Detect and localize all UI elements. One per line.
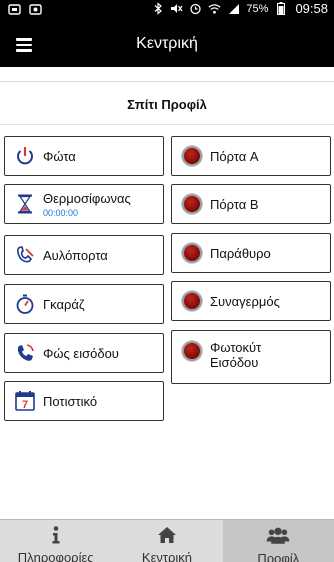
tile-lights[interactable]: Φώτα xyxy=(4,136,164,176)
tab-label: Κεντρική xyxy=(141,550,193,562)
home-icon xyxy=(155,526,179,544)
app-bar: Κεντρική xyxy=(0,21,334,67)
status-led xyxy=(181,145,203,167)
notification-icon xyxy=(8,3,21,16)
stopwatch-icon xyxy=(14,293,36,315)
alarm-icon xyxy=(189,2,202,15)
tile-label: Αυλόπορτα xyxy=(43,247,108,263)
gate-icon xyxy=(14,244,36,266)
divider xyxy=(0,124,334,125)
tile-label: Συναγερμός xyxy=(210,293,280,309)
clock: 09:58 xyxy=(295,1,328,16)
users-icon xyxy=(266,526,290,545)
battery-icon xyxy=(274,2,287,15)
status-led xyxy=(181,340,203,362)
tile-door-a[interactable]: Πόρτα A xyxy=(171,136,331,176)
bottom-tab-bar: Πληροφορίες Κεντρική Προφίλ xyxy=(0,519,334,562)
wifi-icon xyxy=(208,2,221,15)
divider xyxy=(0,81,334,82)
tab-label: Πληροφορίες xyxy=(17,550,94,562)
hourglass-icon xyxy=(14,193,36,215)
tile-label: Πόρτα A xyxy=(210,148,259,164)
tile-label: Παράθυρο xyxy=(210,245,271,261)
tile-label: Γκαράζ xyxy=(43,296,85,312)
tile-yard-gate[interactable]: Αυλόπορτα xyxy=(4,235,164,275)
power-icon xyxy=(14,145,36,167)
tile-door-b[interactable]: Πόρτα Β xyxy=(171,184,331,224)
signal-icon xyxy=(227,2,240,15)
page-title: Κεντρική xyxy=(136,35,198,52)
tab-label: Προφίλ xyxy=(257,551,300,562)
tile-alarm[interactable]: Συναγερμός xyxy=(171,281,331,321)
svg-text:7: 7 xyxy=(22,399,28,411)
info-icon xyxy=(44,526,68,544)
tile-label: Πόρτα Β xyxy=(210,196,259,212)
tab-profile[interactable]: Προφίλ xyxy=(222,520,334,562)
tile-watering[interactable]: 7 Ποτιστικό xyxy=(4,381,164,421)
timer-value: 00:00:00 xyxy=(43,207,79,218)
tile-water-heater[interactable]: Θερμοσίφωνας 00:00:00 xyxy=(4,184,164,224)
calendar-icon: 7 xyxy=(14,390,36,412)
status-led xyxy=(181,290,203,312)
tab-home[interactable]: Κεντρική xyxy=(111,520,222,562)
bluetooth-icon xyxy=(151,2,164,15)
battery-percent: 75% xyxy=(246,2,269,15)
status-bar: 75% 09:58 xyxy=(0,0,334,21)
tile-label: Φώς εισόδου xyxy=(43,345,119,361)
tile-label: Φωτοκύτ Εισόδου xyxy=(210,340,262,370)
mute-icon xyxy=(170,2,183,15)
tile-window[interactable]: Παράθυρο xyxy=(171,233,331,273)
profile-title: Σπίτι Προφίλ xyxy=(127,97,207,112)
phone-icon xyxy=(14,342,36,364)
tile-label: Θερμοσίφωνας xyxy=(43,190,131,206)
status-led xyxy=(181,193,203,215)
tile-label: Ποτιστικό xyxy=(43,393,98,409)
tile-entrance-photocell[interactable]: Φωτοκύτ Εισόδου xyxy=(171,330,331,384)
status-led xyxy=(181,242,203,264)
tab-info[interactable]: Πληροφορίες xyxy=(0,520,111,562)
image-icon xyxy=(29,3,42,16)
tile-garage[interactable]: Γκαράζ xyxy=(4,284,164,324)
tile-label: Φώτα xyxy=(43,148,76,164)
tile-entrance-light[interactable]: Φώς εισόδου xyxy=(4,333,164,373)
